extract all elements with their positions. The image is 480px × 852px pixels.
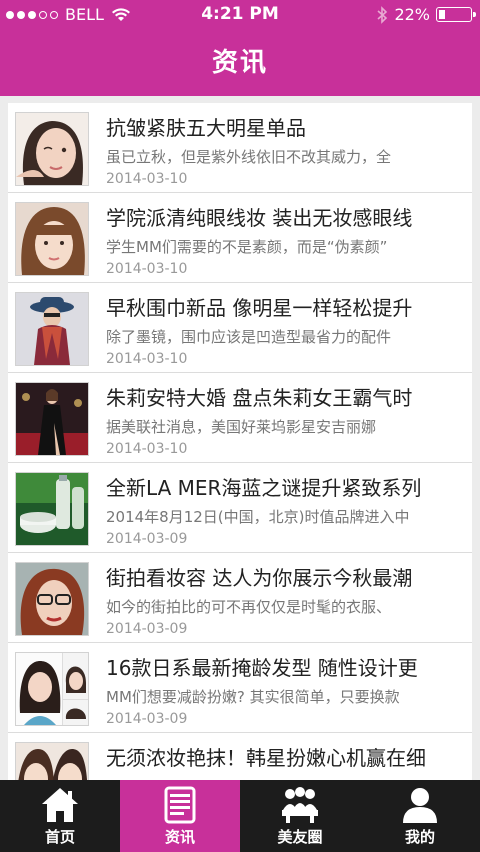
news-title: 抗皱紧肤五大明星单品 xyxy=(106,116,306,140)
tab-news[interactable]: 资讯 xyxy=(120,780,240,852)
news-date: 2014-03-10 xyxy=(106,441,188,457)
page-title: 资讯 xyxy=(211,48,268,78)
tab-label: 我的 xyxy=(404,828,435,846)
tab-friends[interactable]: 美友圈 xyxy=(240,780,360,852)
news-item[interactable]: 学院派清纯眼线妆 装出无妆感眼线 学生MM们需要的不是素颜，而是“伪素颜” 20… xyxy=(8,193,472,283)
news-title: 无须浓妆艳抹！韩星扮嫩心机赢在细 xyxy=(106,746,426,770)
news-item[interactable]: 全新LA MER海蓝之谜提升紧致系列 2014年8月12日(中国，北京)时值品牌… xyxy=(8,463,472,553)
news-summary: 除了墨镜，围巾应该是凹造型最省力的配件 xyxy=(106,328,392,346)
user-icon xyxy=(403,788,437,823)
news-thumbnail xyxy=(15,112,89,186)
news-thumbnail xyxy=(15,382,89,456)
tab-bar: 首页 资讯 美友圈 我的 xyxy=(0,780,480,852)
news-date: 2014-03-10 xyxy=(106,351,188,367)
news-summary: 2014年8月12日(中国，北京)时值品牌进入中 xyxy=(106,508,410,526)
home-icon xyxy=(42,788,78,822)
news-date: 2014-03-09 xyxy=(106,531,188,547)
bluetooth-icon xyxy=(377,5,388,24)
news-item[interactable]: 无须浓妆艳抹！韩星扮嫩心机赢在细 xyxy=(8,733,472,780)
news-title: 街拍看妆容 达人为你展示今秋最潮 xyxy=(106,566,413,590)
news-thumbnail xyxy=(15,472,89,546)
news-item[interactable]: 16款日系最新掩龄发型 随性设计更 MM们想要减龄扮嫩? 其实很简单，只要换款 … xyxy=(8,643,472,733)
friends-group-icon xyxy=(282,787,318,823)
battery-percent: 22% xyxy=(394,5,430,24)
news-date: 2014-03-09 xyxy=(106,621,188,637)
news-summary: 如今的街拍比的可不再仅仅是时髦的衣服、 xyxy=(106,598,392,616)
news-item[interactable]: 早秋围巾新品 像明星一样轻松提升 除了墨镜，围巾应该是凹造型最省力的配件 201… xyxy=(8,283,472,373)
tab-label: 资讯 xyxy=(164,828,195,846)
news-book-icon xyxy=(164,786,196,824)
news-item[interactable]: 抗皱紧肤五大明星单品 虽已立秋，但是紫外线依旧不改其威力，全 2014-03-1… xyxy=(8,103,472,193)
news-title: 全新LA MER海蓝之谜提升紧致系列 xyxy=(106,476,422,500)
tab-home[interactable]: 首页 xyxy=(0,780,120,852)
news-title: 16款日系最新掩龄发型 随性设计更 xyxy=(106,656,418,680)
news-thumbnail xyxy=(15,202,89,276)
status-bar: BELL 4:21 PM 22% xyxy=(0,0,480,30)
news-item[interactable]: 朱莉安特大婚 盘点朱莉女王霸气时 据美联社消息，美国好莱坞影星安吉丽娜 2014… xyxy=(8,373,472,463)
news-date: 2014-03-10 xyxy=(106,171,188,187)
news-item[interactable]: 街拍看妆容 达人为你展示今秋最潮 如今的街拍比的可不再仅仅是时髦的衣服、 201… xyxy=(8,553,472,643)
news-summary: 据美联社消息，美国好莱坞影星安吉丽娜 xyxy=(106,418,377,436)
news-thumbnail xyxy=(15,292,89,366)
news-date: 2014-03-10 xyxy=(106,261,188,277)
news-thumbnail xyxy=(15,562,89,636)
news-date: 2014-03-09 xyxy=(106,711,188,727)
news-title: 朱莉安特大婚 盘点朱莉女王霸气时 xyxy=(106,386,413,410)
news-summary: 虽已立秋，但是紫外线依旧不改其威力，全 xyxy=(106,148,392,166)
nav-bar: 资讯 xyxy=(0,30,480,96)
news-list[interactable]: 抗皱紧肤五大明星单品 虽已立秋，但是紫外线依旧不改其威力，全 2014-03-1… xyxy=(8,103,472,780)
news-title: 早秋围巾新品 像明星一样轻松提升 xyxy=(106,296,413,320)
news-title: 学院派清纯眼线妆 装出无妆感眼线 xyxy=(106,206,413,230)
tab-label: 美友圈 xyxy=(277,828,323,846)
tab-mine[interactable]: 我的 xyxy=(360,780,480,852)
news-summary: 学生MM们需要的不是素颜，而是“伪素颜” xyxy=(106,238,388,256)
news-thumbnail xyxy=(15,652,89,726)
news-summary: MM们想要减龄扮嫩? 其实很简单，只要换款 xyxy=(106,688,400,706)
battery-icon xyxy=(436,7,476,22)
tab-label: 首页 xyxy=(44,828,75,846)
news-thumbnail xyxy=(15,742,89,780)
